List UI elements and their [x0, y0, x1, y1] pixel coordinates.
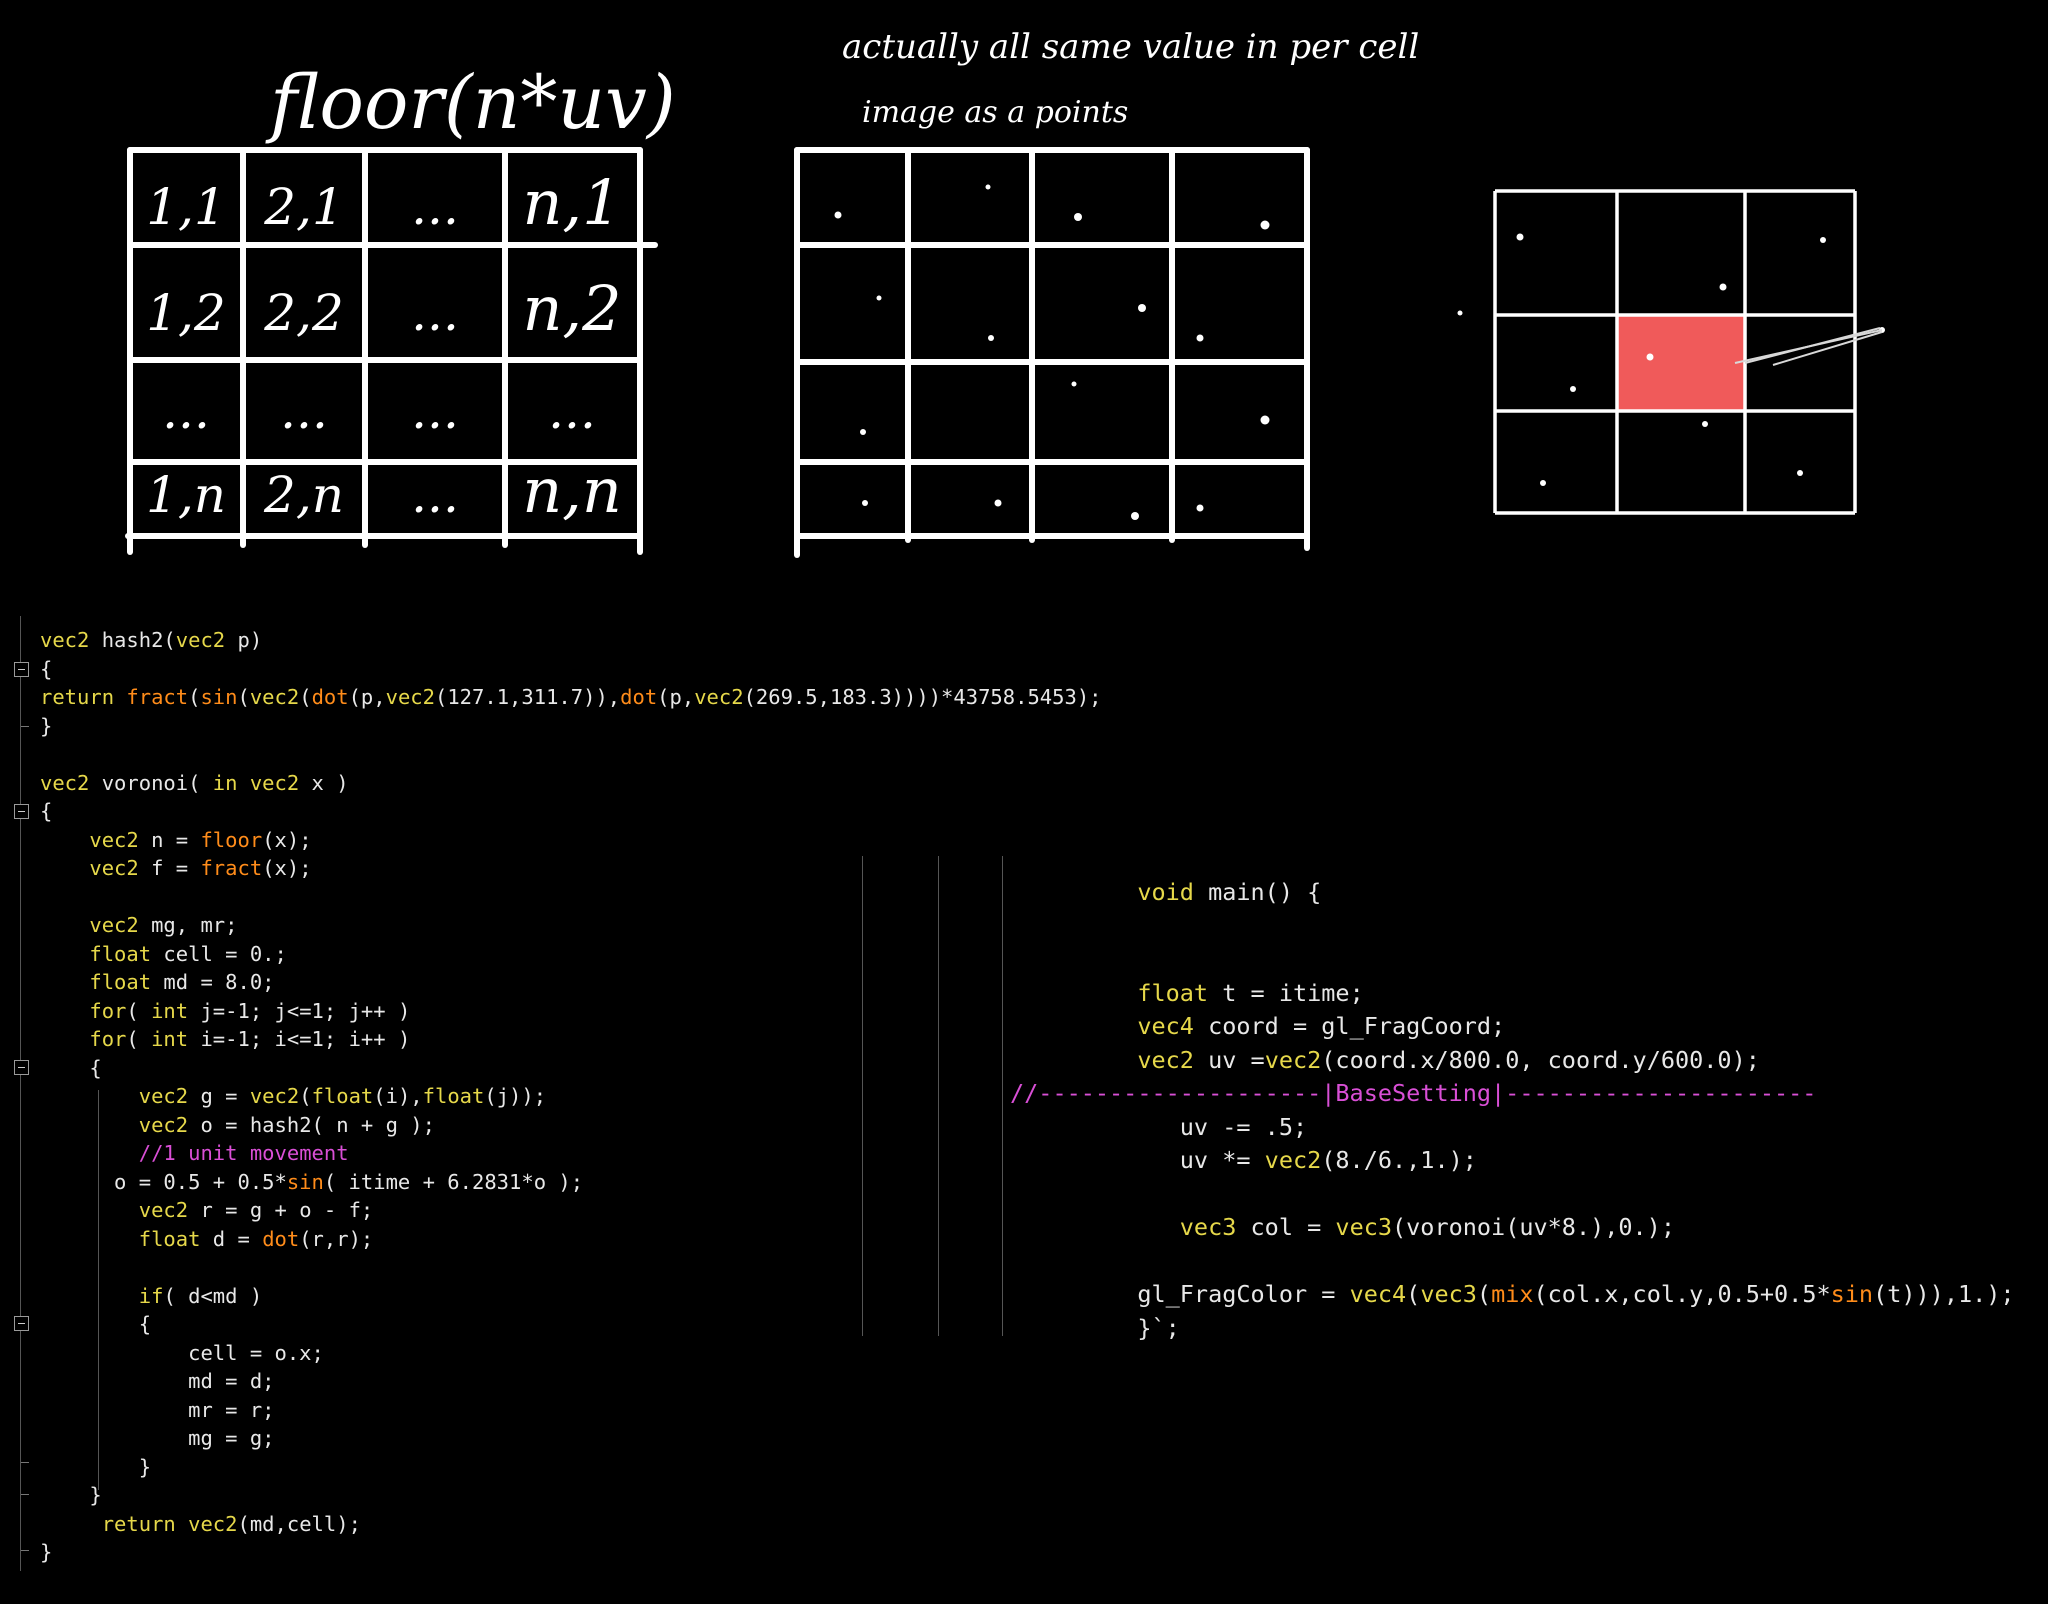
- highlighted-cell: [1617, 315, 1745, 411]
- code-line[interactable]: return fract(sin(vec2(dot(p,vec2(127.1,3…: [40, 683, 1102, 712]
- code-line[interactable]: gl_FragColor = vec4(vec3(mix(col.x,col.y…: [1010, 1278, 2014, 1312]
- code-line[interactable]: vec2 voronoi( in vec2 x ): [40, 769, 1102, 798]
- grid-cell-label: 2,n: [263, 466, 344, 524]
- code-line[interactable]: }: [40, 1453, 1102, 1482]
- code-line[interactable]: vec3 col = vec3(voronoi(uv*8.),0.);: [1010, 1211, 2015, 1245]
- code-line[interactable]: mr = r;: [40, 1396, 1102, 1425]
- code-line[interactable]: float md = 8.0;: [40, 968, 1102, 997]
- code-line[interactable]: o = 0.5 + 0.5*sin( itime + 6.2831*o );: [40, 1168, 1102, 1197]
- code-line[interactable]: ​: [1010, 910, 2015, 944]
- code-gutter: [20, 616, 41, 1571]
- code-line[interactable]: for( int i=-1; i<=1; i++ ): [40, 1025, 1102, 1054]
- grid-cell-label: ...: [162, 382, 210, 440]
- fold-toggle-voronoi[interactable]: [14, 804, 29, 819]
- code-editor-right[interactable]: void main() {​​ float t = itime; vec4 co…: [1010, 876, 2015, 1345]
- grid-cell-label: ...: [411, 178, 459, 236]
- code-line[interactable]: vec2 f = fract(x);: [40, 854, 1102, 883]
- left-grid-cells: 1,1 2,1... n,1 1,2 2,2... n,2......... ... 1,n 2…: [146, 166, 622, 527]
- fold-toggle-hash2[interactable]: [14, 662, 29, 677]
- grid-cell-label: 2,1: [263, 178, 344, 236]
- code-line[interactable]: vec2 n = floor(x);: [40, 826, 1102, 855]
- grid-cell-label: 2,2: [263, 284, 344, 342]
- middle-note-1: actually all same value in per cell: [842, 27, 1419, 67]
- code-line[interactable]: vec2 r = g + o - f;: [40, 1196, 1102, 1225]
- code-line[interactable]: {: [40, 1310, 1102, 1339]
- distance-lines: [1734, 327, 1883, 366]
- grid-cell-label: ...: [411, 466, 459, 524]
- grid-cell-label: ...: [411, 382, 459, 440]
- code-line[interactable]: ​: [40, 883, 1102, 912]
- code-line[interactable]: ​: [1010, 1245, 2015, 1279]
- code-line[interactable]: vec4 coord = gl_FragCoord;: [1010, 1010, 2015, 1044]
- code-line[interactable]: {: [40, 1054, 1102, 1083]
- code-line[interactable]: uv *= vec2(8./6.,1.);: [1010, 1144, 2015, 1178]
- fold-toggle-if[interactable]: [14, 1316, 29, 1331]
- code-line[interactable]: for( int j=-1; j<=1; j++ ): [40, 997, 1102, 1026]
- code-line[interactable]: }: [40, 1481, 1102, 1510]
- code-line[interactable]: float t = itime;: [1010, 977, 2015, 1011]
- code-line[interactable]: ​: [1010, 943, 2015, 977]
- code-line[interactable]: void main() {: [1010, 876, 2015, 910]
- grid-cell-label: ...: [280, 382, 328, 440]
- grid-cell-label: ...: [411, 284, 459, 342]
- sketch-area: floor(n*uv) 1,1 2,1... n,1 1,2 2,2... n,2....…: [125, 27, 1885, 558]
- code-line[interactable]: //--------------------|BaseSetting|-----…: [1010, 1077, 2015, 1111]
- fold-end-if: [21, 1462, 29, 1463]
- code-line[interactable]: ​: [1010, 1178, 2015, 1212]
- code-line[interactable]: float cell = 0.;: [40, 940, 1102, 969]
- code-line[interactable]: {: [40, 797, 1102, 826]
- code-line[interactable]: }: [40, 712, 1102, 741]
- middle-note-2: image as a points: [862, 95, 1128, 130]
- grid-cell-label: n,1: [522, 166, 621, 239]
- code-line[interactable]: //1 unit movement: [40, 1139, 1102, 1168]
- left-grid-title: floor(n*uv): [265, 60, 676, 146]
- code-line[interactable]: {: [40, 655, 1102, 684]
- code-line[interactable]: md = d;: [40, 1367, 1102, 1396]
- fold-end-hash2: [21, 726, 29, 727]
- code-line[interactable]: vec2 mg, mr;: [40, 911, 1102, 940]
- code-line[interactable]: vec2 hash2(vec2 p): [40, 626, 1102, 655]
- code-line[interactable]: vec2 g = vec2(float(i),float(j));: [40, 1082, 1102, 1111]
- code-line[interactable]: }`;: [1010, 1312, 2015, 1346]
- grid-cell-label: 1,1: [146, 178, 226, 236]
- middle-grid-points: [834, 184, 1270, 520]
- grid-cell-label: ...: [548, 382, 596, 440]
- grid-cell-label: n,2: [522, 272, 621, 345]
- code-line[interactable]: ​: [40, 740, 1102, 769]
- code-line[interactable]: uv -= .5;: [1010, 1111, 2015, 1145]
- middle-grid: [794, 147, 1310, 558]
- code-line[interactable]: }: [40, 1538, 1102, 1567]
- fold-end-loop: [21, 1494, 29, 1495]
- fold-toggle-loop[interactable]: [14, 1060, 29, 1075]
- code-line[interactable]: float d = dot(r,r);: [40, 1225, 1102, 1254]
- code-line[interactable]: if( d<md ): [40, 1282, 1102, 1311]
- code-line[interactable]: mg = g;: [40, 1424, 1102, 1453]
- code-line[interactable]: vec2 uv =vec2(coord.x/800.0, coord.y/600…: [1010, 1044, 2015, 1078]
- code-line[interactable]: ​: [40, 1253, 1102, 1282]
- code-line[interactable]: return vec2(md,cell);: [40, 1510, 1102, 1539]
- grid-cell-label: n,n: [522, 454, 622, 527]
- code-editor-left[interactable]: vec2 hash2(vec2 p){return fract(sin(vec2…: [40, 626, 1102, 1567]
- grid-cell-label: 1,n: [146, 466, 226, 524]
- code-line[interactable]: vec2 o = hash2( n + g );: [40, 1111, 1102, 1140]
- code-line[interactable]: cell = o.x;: [40, 1339, 1102, 1368]
- fold-end-voronoi: [21, 1550, 29, 1551]
- grid-cell-label: 1,2: [146, 284, 226, 342]
